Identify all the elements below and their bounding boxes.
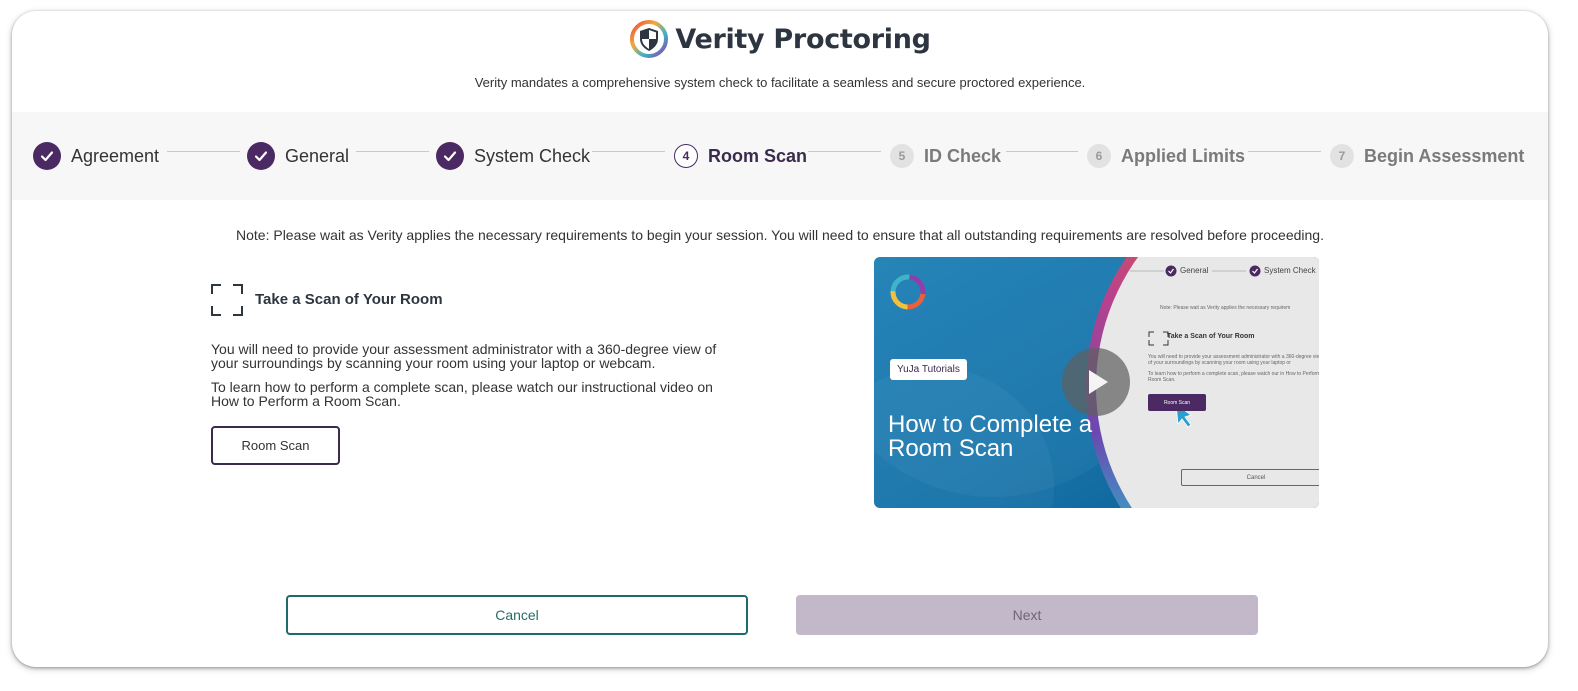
room-scan-heading: Take a Scan of Your Room bbox=[255, 291, 443, 308]
preview-text-2: To learn how to perform a complete scan,… bbox=[1148, 371, 1319, 383]
step-applied-limits: 6 Applied Limits bbox=[1087, 112, 1245, 200]
requirements-note: Note: Please wait as Verity applies the … bbox=[236, 227, 1324, 243]
step-label: General bbox=[285, 145, 350, 166]
step-connector bbox=[592, 151, 665, 152]
next-button[interactable]: Next bbox=[796, 595, 1258, 635]
preview-note: Note: Please wait as Verity applies the … bbox=[1160, 305, 1291, 311]
brand-header: Verity Proctoring bbox=[12, 19, 1548, 59]
preview-cancel-button: Cancel bbox=[1181, 469, 1319, 486]
room-scan-video-hint: To learn how to perform a complete scan,… bbox=[211, 379, 713, 409]
verity-shield-logo-icon bbox=[630, 20, 669, 58]
preview-step-system-check: System Check bbox=[1264, 266, 1316, 275]
step-label: ID Check bbox=[924, 145, 1002, 166]
tutorial-video-thumbnail[interactable]: General System Check Note: Please wait a… bbox=[874, 257, 1319, 508]
step-label: Agreement bbox=[71, 145, 160, 166]
step-label: System Check bbox=[474, 145, 591, 166]
step-connector bbox=[167, 151, 240, 152]
preview-heading: Take a Scan of Your Room bbox=[1167, 333, 1255, 340]
check-icon bbox=[247, 142, 275, 170]
app-title: Verity Proctoring bbox=[675, 23, 931, 55]
preview-text-1: You will need to provide your assessment… bbox=[1148, 354, 1319, 366]
step-id-check: 5 ID Check bbox=[890, 112, 1001, 200]
step-connector bbox=[1248, 151, 1321, 152]
play-button[interactable] bbox=[1062, 348, 1130, 416]
step-system-check[interactable]: System Check bbox=[436, 112, 590, 200]
step-connector bbox=[356, 151, 429, 152]
proctoring-window: Verity Proctoring Verity mandates a comp… bbox=[12, 11, 1548, 667]
step-label: Room Scan bbox=[708, 145, 808, 166]
room-scan-button[interactable]: Room Scan bbox=[211, 426, 340, 465]
cancel-button[interactable]: Cancel bbox=[286, 595, 748, 635]
step-connector bbox=[808, 151, 881, 152]
step-label: Applied Limits bbox=[1121, 145, 1246, 166]
step-number: 6 bbox=[1087, 144, 1111, 168]
step-agreement[interactable]: Agreement bbox=[33, 112, 159, 200]
preview-room-scan-button: Room Scan bbox=[1148, 394, 1206, 411]
video-title: How to Complete a Room Scan bbox=[888, 411, 1093, 462]
step-room-scan[interactable]: 4 Room Scan bbox=[674, 112, 807, 200]
step-connector bbox=[1006, 151, 1078, 152]
step-number: 7 bbox=[1330, 144, 1354, 168]
yuja-tutorials-badge: YuJa Tutorials bbox=[890, 359, 967, 380]
play-icon bbox=[1089, 370, 1108, 394]
step-number: 5 bbox=[890, 144, 914, 168]
step-begin-assessment: 7 Begin Assessment bbox=[1330, 112, 1524, 200]
step-label: Begin Assessment bbox=[1364, 145, 1525, 166]
page-subtitle: Verity mandates a comprehensive system c… bbox=[474, 75, 1086, 90]
progress-stepper: Agreement General System Check 4 Room Sc… bbox=[12, 112, 1548, 200]
check-icon bbox=[436, 142, 464, 170]
scan-frame-icon bbox=[211, 284, 243, 316]
preview-step-general: General bbox=[1180, 266, 1209, 275]
step-general[interactable]: General bbox=[247, 112, 349, 200]
step-number: 4 bbox=[674, 144, 698, 168]
check-icon bbox=[33, 142, 61, 170]
room-scan-description: You will need to provide your assessment… bbox=[211, 341, 717, 371]
